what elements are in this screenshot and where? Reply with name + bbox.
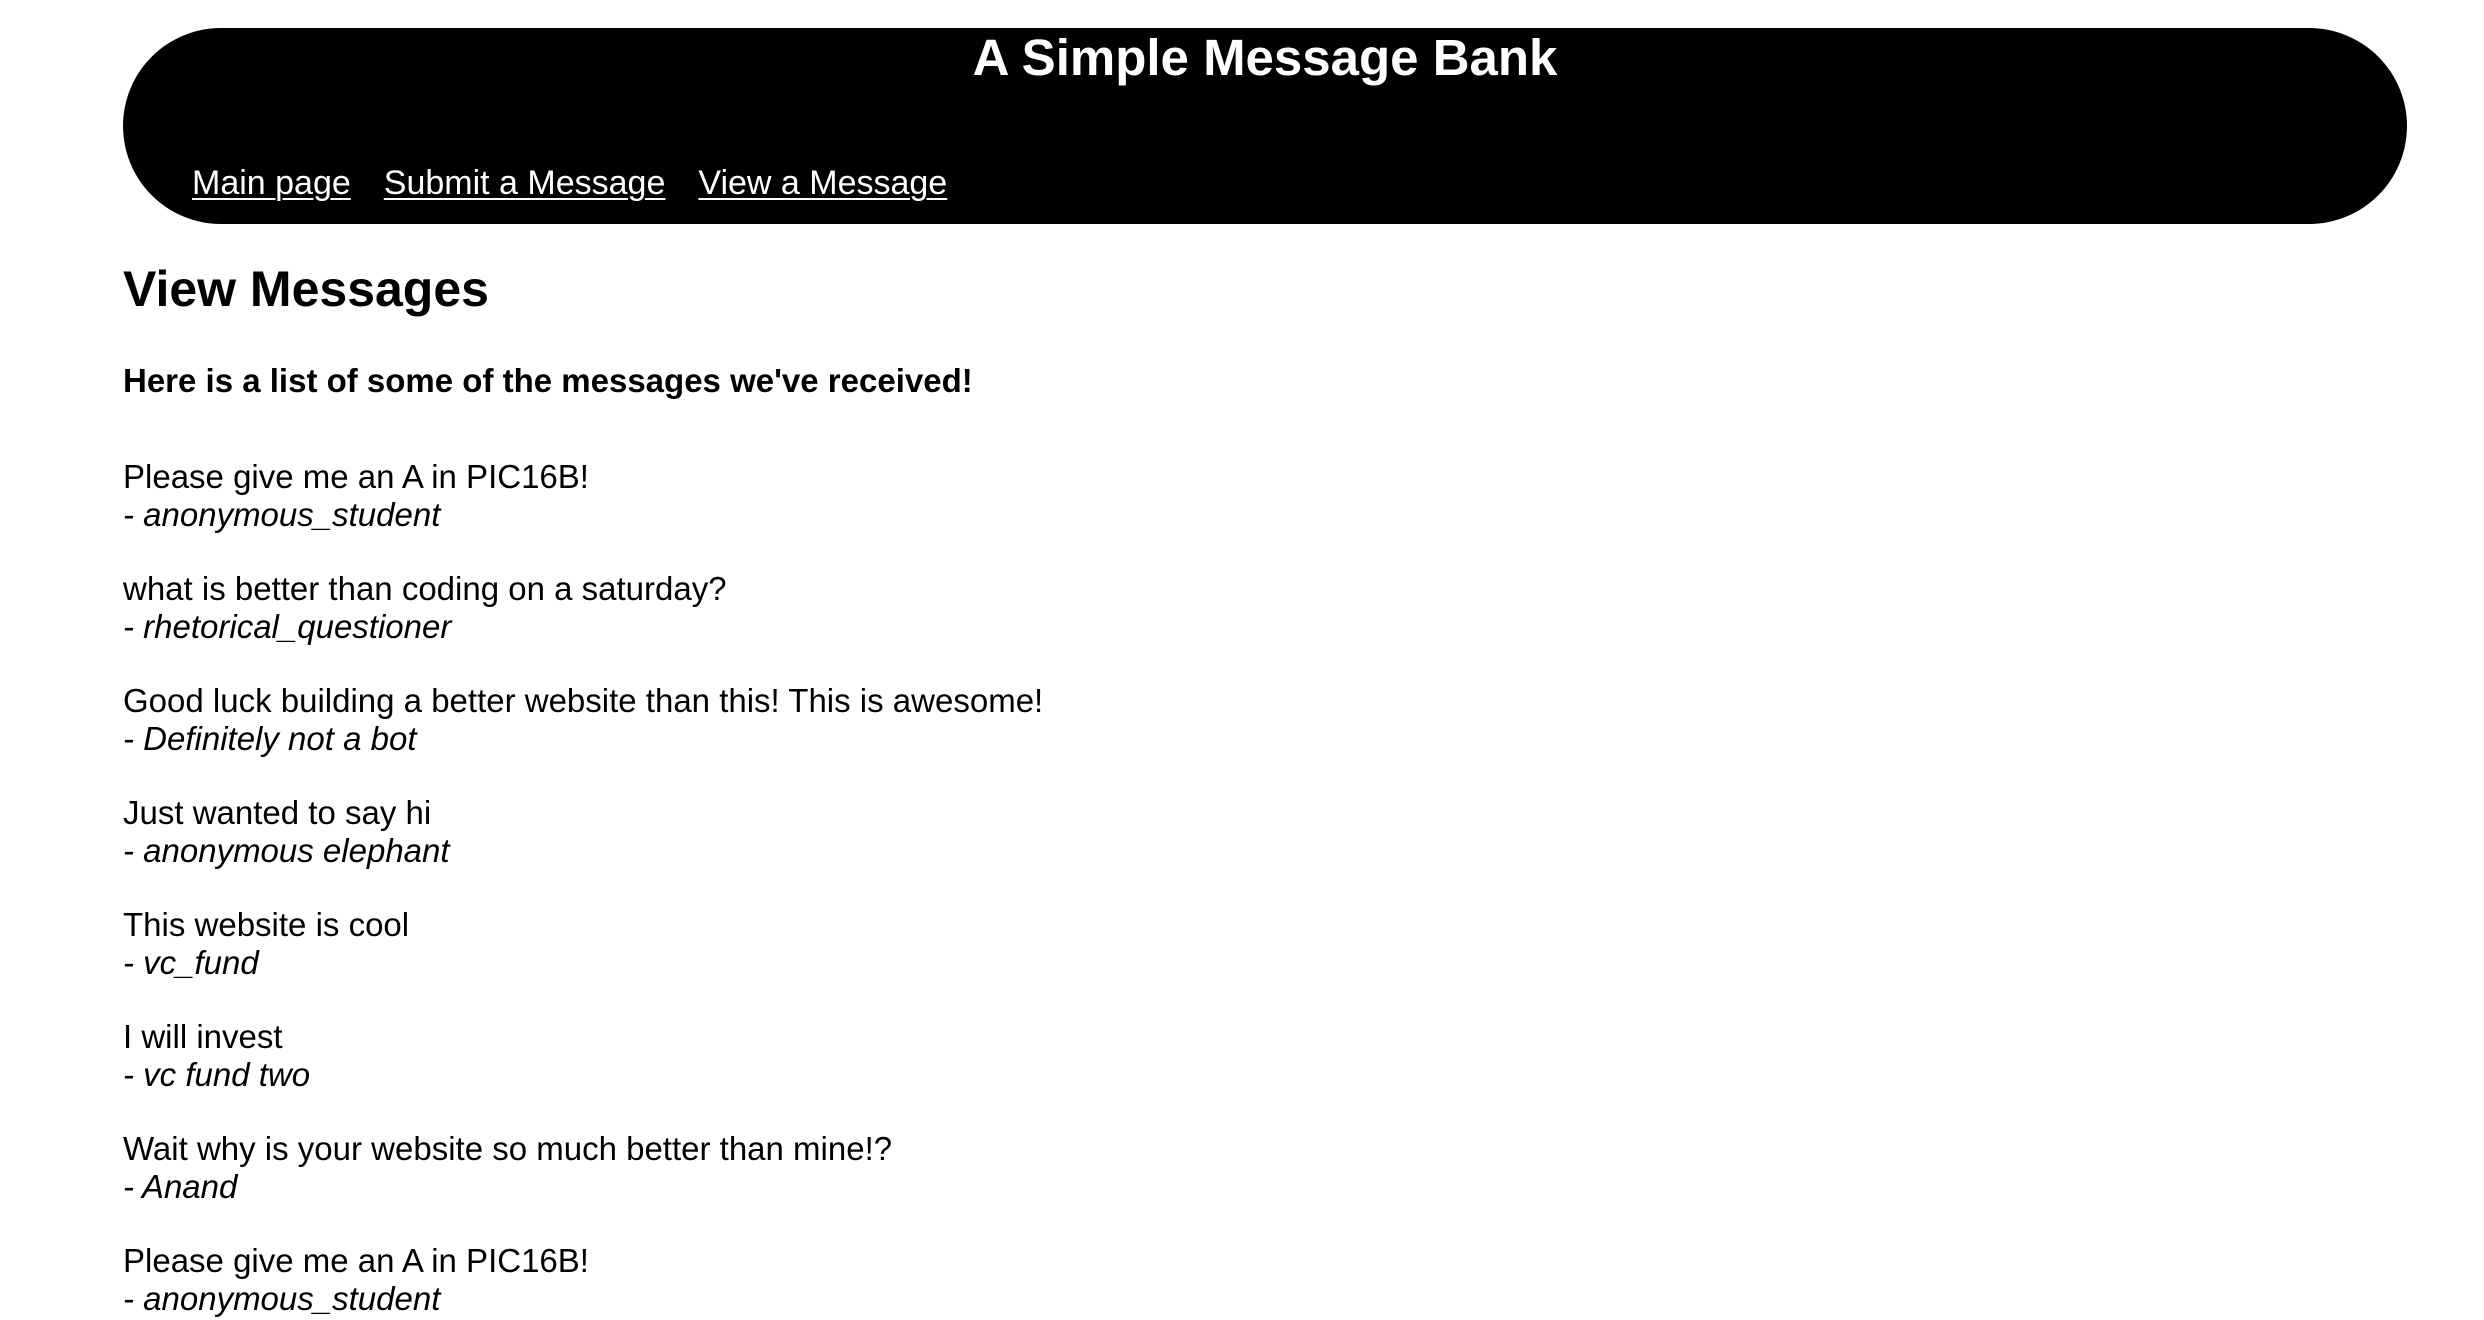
main-nav: Main page Submit a Message View a Messag…	[192, 162, 947, 204]
site-header: A Simple Message Bank Main page Submit a…	[123, 28, 2407, 224]
message-list: Please give me an A in PIC16B! - anonymo…	[123, 458, 2323, 1318]
nav-link-submit-message[interactable]: Submit a Message	[384, 162, 666, 204]
message-item: Please give me an A in PIC16B! - anonymo…	[123, 1242, 2323, 1318]
message-author: - anonymous_student	[123, 496, 441, 533]
message-author: - Anand	[123, 1168, 238, 1205]
message-item: Wait why is your website so much better …	[123, 1130, 2323, 1206]
message-author: - anonymous elephant	[123, 832, 450, 869]
main-content: View Messages Here is a list of some of …	[123, 256, 2323, 1320]
page: A Simple Message Bank Main page Submit a…	[0, 0, 2484, 1320]
message-text: Please give me an A in PIC16B!	[123, 1242, 589, 1279]
nav-link-view-message[interactable]: View a Message	[698, 162, 947, 204]
message-text: Wait why is your website so much better …	[123, 1130, 893, 1167]
site-title: A Simple Message Bank	[972, 29, 1558, 86]
message-item: I will invest - vc fund two	[123, 1018, 2323, 1094]
message-author: - rhetorical_questioner	[123, 608, 452, 645]
message-author: - vc_fund	[123, 944, 259, 981]
page-subtitle: Here is a list of some of the messages w…	[123, 362, 973, 399]
message-author: - anonymous_student	[123, 1280, 441, 1317]
message-author: - Definitely not a bot	[123, 720, 417, 757]
message-text: what is better than coding on a saturday…	[123, 570, 727, 607]
message-text: Please give me an A in PIC16B!	[123, 458, 589, 495]
message-author: - vc fund two	[123, 1056, 311, 1093]
nav-link-main-page[interactable]: Main page	[192, 162, 351, 204]
message-item: what is better than coding on a saturday…	[123, 570, 2323, 646]
message-item: This website is cool - vc_fund	[123, 906, 2323, 982]
message-item: Just wanted to say hi - anonymous elepha…	[123, 794, 2323, 870]
message-text: Good luck building a better website than…	[123, 682, 1044, 719]
message-text: This website is cool	[123, 906, 410, 943]
message-text: Just wanted to say hi	[123, 794, 432, 831]
page-title: View Messages	[123, 261, 489, 317]
message-text: I will invest	[123, 1018, 283, 1055]
message-item: Good luck building a better website than…	[123, 682, 2323, 758]
message-item: Please give me an A in PIC16B! - anonymo…	[123, 458, 2323, 534]
